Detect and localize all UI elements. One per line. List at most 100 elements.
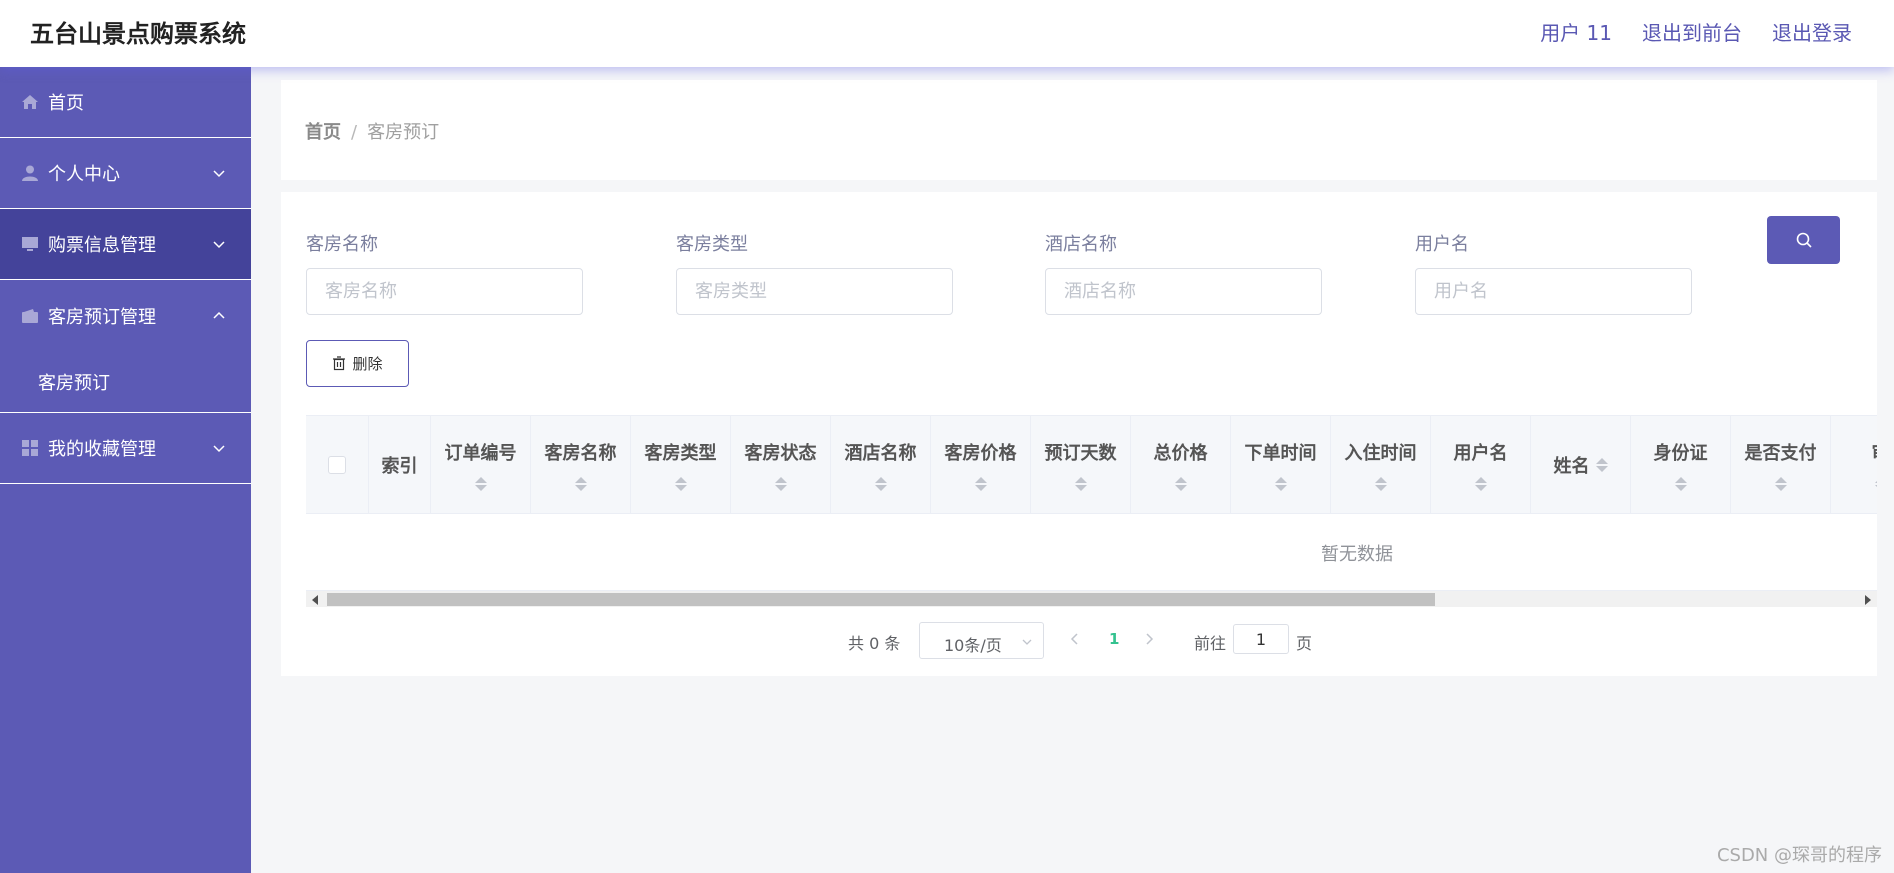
column-header[interactable]: 审 xyxy=(1831,416,1877,514)
column-header[interactable]: 身份证 xyxy=(1631,416,1731,514)
empty-table-row: 暂无数据 xyxy=(306,514,1877,591)
column-label: 客房价格 xyxy=(944,443,1017,464)
sort-icon[interactable] xyxy=(1674,477,1687,491)
sidebar-item-home[interactable]: 首页 xyxy=(0,67,251,138)
search-field-username: 用户名 xyxy=(1415,230,1692,315)
select-all-header xyxy=(306,416,369,514)
prev-page-icon[interactable] xyxy=(1069,632,1081,646)
column-label: 客房类型 xyxy=(644,443,717,464)
sidebar-item-personal-center[interactable]: 个人中心 xyxy=(0,138,251,209)
sort-icon[interactable] xyxy=(474,477,487,491)
column-header[interactable]: 客房名称 xyxy=(531,416,631,514)
breadcrumb-separator: / xyxy=(351,122,358,143)
sidebar-item-label: 购票信息管理 xyxy=(48,235,156,256)
sort-icon[interactable] xyxy=(1474,477,1487,491)
sidebar-subitem-room-booking[interactable]: 客房预订 xyxy=(0,351,251,413)
column-header[interactable]: 客房状态 xyxy=(731,416,831,514)
room-type-input[interactable] xyxy=(676,268,953,315)
column-header[interactable]: 用户名 xyxy=(1431,416,1531,514)
column-header[interactable]: 下单时间 xyxy=(1231,416,1331,514)
sort-icon[interactable] xyxy=(974,477,987,491)
delete-button[interactable]: 删除 xyxy=(306,340,409,387)
sort-icon[interactable] xyxy=(1174,477,1187,491)
column-label: 酒店名称 xyxy=(844,443,917,464)
sort-icon[interactable] xyxy=(574,477,587,491)
chevron-down-icon xyxy=(213,445,225,453)
next-page-icon[interactable] xyxy=(1143,632,1155,646)
sidebar-item-favorites-management[interactable]: 我的收藏管理 xyxy=(0,413,251,484)
home-icon xyxy=(20,92,40,112)
room-name-input[interactable] xyxy=(306,268,583,315)
column-header[interactable]: 姓名 xyxy=(1531,416,1631,514)
column-header[interactable]: 酒店名称 xyxy=(831,416,931,514)
select-all-checkbox[interactable] xyxy=(328,456,346,474)
sort-icon[interactable] xyxy=(1074,477,1087,491)
page-size-value: 10条/页 xyxy=(944,636,1002,655)
delete-button-label: 删除 xyxy=(352,356,383,373)
grid-icon xyxy=(20,438,40,458)
chevron-up-icon xyxy=(213,311,225,319)
column-label: 客房名称 xyxy=(544,443,617,464)
sidebar-item-room-booking-management[interactable]: 客房预订管理 xyxy=(0,280,251,351)
page-size-select[interactable]: 10条/页 xyxy=(919,622,1044,659)
field-label: 客房类型 xyxy=(676,234,748,255)
search-button[interactable] xyxy=(1767,216,1840,264)
field-label: 酒店名称 xyxy=(1045,234,1117,255)
user-icon xyxy=(20,163,40,183)
trash-icon xyxy=(333,356,346,371)
column-header[interactable]: 总价格 xyxy=(1131,416,1231,514)
username-input[interactable] xyxy=(1415,268,1692,315)
scrollbar-thumb[interactable] xyxy=(327,593,1435,606)
column-header[interactable]: 客房类型 xyxy=(631,416,731,514)
sort-icon[interactable] xyxy=(674,477,687,491)
sidebar-item-label: 个人中心 xyxy=(48,164,120,185)
sort-icon[interactable] xyxy=(1874,477,1877,491)
table-header: 索引 订单编号 客房名称 客房类型 客房状态 酒店名称 客房价格 预订天数 总价… xyxy=(306,416,1877,514)
column-header[interactable]: 预订天数 xyxy=(1031,416,1131,514)
chevron-down-icon xyxy=(213,170,225,178)
monitor-icon xyxy=(20,234,40,254)
search-field-hotel-name: 酒店名称 xyxy=(1045,230,1322,315)
pagination: 共 0 条 10条/页 1 前往 页 xyxy=(281,622,1877,660)
column-label: 身份证 xyxy=(1653,443,1708,464)
column-header[interactable]: 订单编号 xyxy=(431,416,531,514)
breadcrumb: 首页 / 客房预订 xyxy=(305,118,439,144)
horizontal-scrollbar[interactable] xyxy=(306,591,1877,607)
breadcrumb-current: 客房预订 xyxy=(367,122,440,143)
logout-link[interactable]: 退出登录 xyxy=(1772,17,1852,46)
sort-icon[interactable] xyxy=(1595,458,1608,472)
search-icon xyxy=(1796,232,1812,248)
column-label: 总价格 xyxy=(1153,443,1208,464)
breadcrumb-home[interactable]: 首页 xyxy=(305,122,341,143)
column-label: 审 xyxy=(1872,439,1878,465)
scroll-right-icon[interactable] xyxy=(1865,595,1871,605)
sort-icon[interactable] xyxy=(874,477,887,491)
column-label: 是否支付 xyxy=(1744,443,1817,464)
column-header[interactable]: 入住时间 xyxy=(1331,416,1431,514)
goto-page-input[interactable] xyxy=(1233,624,1289,654)
sort-icon[interactable] xyxy=(1774,477,1787,491)
chevron-down-icon xyxy=(213,241,225,249)
exit-to-frontend-link[interactable]: 退出到前台 xyxy=(1642,17,1742,46)
field-label: 客房名称 xyxy=(306,234,378,255)
page-number[interactable]: 1 xyxy=(1109,630,1119,648)
column-label: 客房状态 xyxy=(744,443,817,464)
search-field-room-type: 客房类型 xyxy=(676,230,953,315)
header-links: 用户 11 退出到前台 退出登录 xyxy=(1540,17,1852,46)
hotel-name-input[interactable] xyxy=(1045,268,1322,315)
column-header[interactable]: 是否支付 xyxy=(1731,416,1831,514)
main-panel: 客房名称 客房类型 酒店名称 用户名 删除 索引 订单编号 客房名称 客房类型 xyxy=(281,192,1877,676)
column-header[interactable]: 客房价格 xyxy=(931,416,1031,514)
column-label: 索引 xyxy=(381,456,418,477)
column-label: 下单时间 xyxy=(1244,443,1317,464)
sort-icon[interactable] xyxy=(1274,477,1287,491)
sort-icon[interactable] xyxy=(1374,477,1387,491)
scroll-left-icon[interactable] xyxy=(312,595,318,605)
column-label: 用户名 xyxy=(1453,443,1508,464)
column-label: 入住时间 xyxy=(1344,443,1417,464)
sort-icon[interactable] xyxy=(774,477,787,491)
user-link[interactable]: 用户 11 xyxy=(1540,17,1612,46)
breadcrumb-panel: 首页 / 客房预订 xyxy=(281,80,1877,180)
sidebar-item-ticket-management[interactable]: 购票信息管理 xyxy=(0,209,251,280)
sidebar-item-label: 客房预订管理 xyxy=(48,306,156,328)
